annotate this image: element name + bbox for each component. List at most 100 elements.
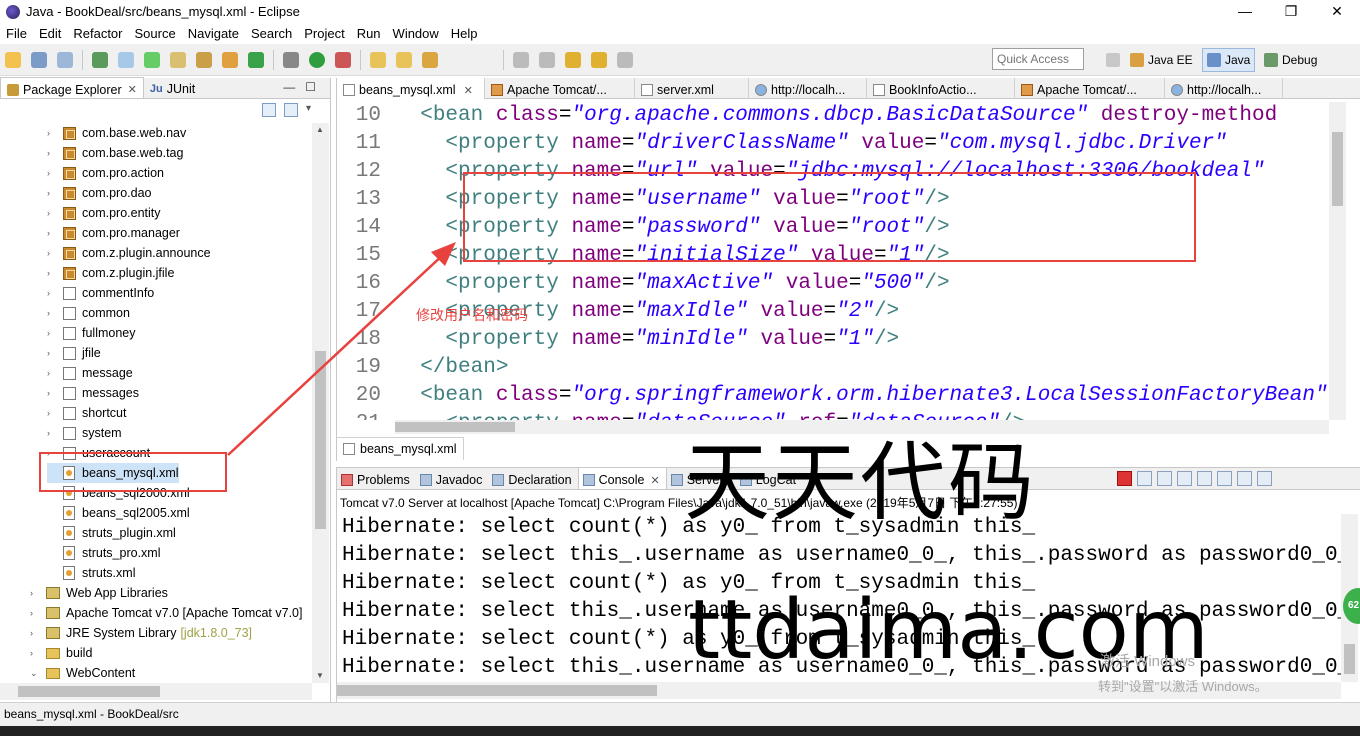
minimize-view-icon[interactable]: — [283,80,305,94]
tree-item[interactable]: ⌄ WebContent [30,663,135,683]
chevron-right-icon[interactable]: › [47,428,59,438]
chevron-right-icon[interactable]: › [47,148,59,158]
build-icon[interactable] [92,51,108,68]
tree-item[interactable]: › system [47,423,122,443]
tree-item[interactable]: › com.base.web.nav [47,123,186,143]
scrollbar-thumb[interactable] [1332,132,1343,206]
project-icon[interactable] [196,51,212,68]
tree-item[interactable]: struts_pro.xml [47,543,161,563]
menu-edit[interactable]: Edit [33,26,67,41]
tree-item[interactable]: › fullmoney [47,323,136,343]
chevron-right-icon[interactable]: › [47,328,59,338]
chevron-right-icon[interactable]: › [47,248,59,258]
chevron-right-icon[interactable]: › [30,608,42,618]
menu-help[interactable]: Help [445,26,484,41]
tree-item[interactable]: › message [47,363,133,383]
console-tab[interactable]: Javadoc [416,467,489,489]
scrollbar-thumb[interactable] [1344,644,1355,674]
new-icon[interactable] [5,51,21,68]
prev-annotation-icon[interactable] [539,51,555,68]
tree-item[interactable]: › com.z.plugin.announce [47,243,211,263]
save-icon[interactable] [31,51,47,68]
tree-item[interactable]: › JRE System Library [jdk1.8.0_73] [30,623,252,643]
close-icon[interactable]: ✕ [464,84,473,97]
editor-vertical-scrollbar[interactable] [1329,102,1346,420]
chevron-right-icon[interactable]: › [47,228,59,238]
minimize-button[interactable]: — [1222,0,1268,23]
tree-vertical-scrollbar[interactable]: ▲ ▼ [312,123,329,683]
menu-run[interactable]: Run [351,26,387,41]
scrollbar-thumb[interactable] [315,351,326,529]
perspective-java-ee[interactable]: Java EE [1126,48,1197,72]
save-all-icon[interactable] [57,51,73,68]
external-tools-icon[interactable] [335,51,351,68]
chevron-right-icon[interactable]: › [47,208,59,218]
tree-item[interactable]: › messages [47,383,139,403]
back-arrow-icon[interactable] [591,51,607,68]
menu-navigate[interactable]: Navigate [182,26,245,41]
terminate-icon[interactable] [1117,471,1132,486]
open-perspective-button[interactable] [1102,48,1128,72]
tree-horizontal-scrollbar[interactable] [0,683,312,700]
menu-source[interactable]: Source [129,26,182,41]
editor-source-tab[interactable]: beans_mysql.xml [337,437,464,460]
next-annotation-icon[interactable] [513,51,529,68]
tab-package-explorer[interactable]: Package Explorer ✕ [0,77,144,98]
open-folder-icon[interactable] [370,51,386,68]
tree-item[interactable]: struts.xml [47,563,135,583]
chevron-right-icon[interactable]: › [47,288,59,298]
menu-project[interactable]: Project [298,26,350,41]
scrollbar-thumb[interactable] [18,686,160,697]
chevron-down-icon[interactable]: ⌄ [30,668,42,679]
scroll-down-icon[interactable]: ▼ [316,671,324,680]
server-icon[interactable] [144,51,160,68]
tree-item[interactable]: › com.pro.dao [47,183,151,203]
close-icon[interactable]: ✕ [650,474,659,487]
chevron-right-icon[interactable]: › [47,348,59,358]
tree-item[interactable]: › com.pro.action [47,163,164,183]
tree-item[interactable]: beans_sql2005.xml [47,503,190,523]
remove-launch-icon[interactable] [1137,471,1152,486]
tree-item[interactable]: › jfile [47,343,101,363]
scrollbar-thumb[interactable] [337,685,657,696]
chevron-right-icon[interactable]: › [47,368,59,378]
quick-access-input[interactable] [992,48,1084,70]
editor-tab[interactable]: beans_mysql.xml ✕ [337,78,485,99]
tree-item[interactable]: › shortcut [47,403,126,423]
open-console-icon[interactable] [1257,471,1272,486]
tree-item[interactable]: › Apache Tomcat v7.0 [Apache Tomcat v7.0] [30,603,302,623]
forward-arrow-icon[interactable] [617,51,633,68]
chevron-right-icon[interactable]: › [47,308,59,318]
menu-file[interactable]: File [0,26,33,41]
tree-item[interactable]: › commentInfo [47,283,154,303]
console-tab[interactable]: Declaration [488,467,577,489]
chevron-right-icon[interactable]: › [47,408,59,418]
editor-tab[interactable]: Apache Tomcat/... [485,78,635,99]
debug-icon[interactable] [283,51,299,68]
scroll-lock-icon[interactable] [1177,471,1192,486]
perspective-java[interactable]: Java [1202,48,1256,72]
editor-tab[interactable]: http://localh... [749,78,867,99]
editor-horizontal-scrollbar[interactable] [395,420,1329,434]
editor-tab[interactable]: BookInfoActio... [867,78,1015,99]
clear-console-icon[interactable] [1157,471,1172,486]
editor-tab[interactable]: Apache Tomcat/... [1015,78,1165,99]
scrollbar-thumb[interactable] [395,422,515,432]
menu-window[interactable]: Window [387,26,445,41]
tree-item[interactable]: › common [47,303,130,323]
pin-console-icon[interactable] [1217,471,1232,486]
display-console-icon[interactable] [1237,471,1252,486]
menu-search[interactable]: Search [245,26,298,41]
plugin-icon[interactable] [222,51,238,68]
chevron-right-icon[interactable]: › [47,188,59,198]
tree-item[interactable]: › com.pro.manager [47,223,180,243]
tree-item[interactable]: › build [30,643,92,663]
editor-tab[interactable]: http://localh... [1165,78,1283,99]
maximize-view-icon[interactable]: ☐ [305,80,326,94]
run-icon[interactable] [309,51,325,68]
console-tab[interactable]: Console ✕ [577,467,667,489]
refresh-icon[interactable] [248,51,264,68]
maximize-button[interactable]: ❐ [1268,0,1314,23]
task-icon[interactable] [170,51,186,68]
menu-refactor[interactable]: Refactor [67,26,128,41]
